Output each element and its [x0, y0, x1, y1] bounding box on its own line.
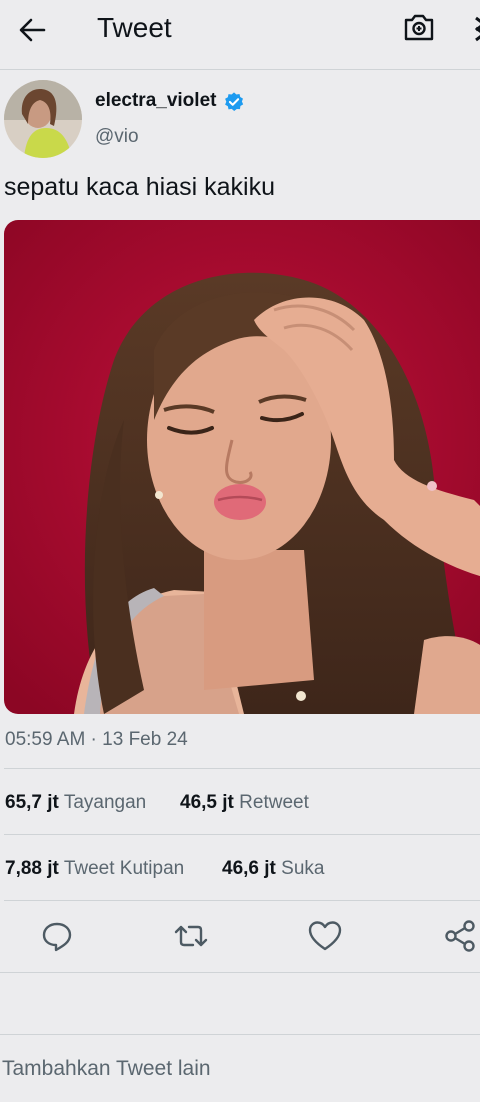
share-icon[interactable]: [443, 918, 479, 954]
views-stat[interactable]: 65,7 jt Tayangan: [5, 792, 146, 814]
retweets-count: 46,5 jt: [180, 792, 234, 813]
likes-label: Suka: [281, 858, 325, 879]
like-icon[interactable]: [307, 918, 343, 954]
author-name[interactable]: electra_violet: [95, 90, 216, 112]
views-count: 65,7 jt: [5, 792, 59, 813]
avatar[interactable]: [4, 80, 82, 158]
likes-count: 46,6 jt: [222, 858, 276, 879]
divider: [0, 1034, 480, 1035]
top-bar: Tweet: [0, 0, 480, 68]
more-options-icon[interactable]: [470, 14, 480, 42]
retweets-stat[interactable]: 46,5 jt Retweet: [180, 792, 309, 814]
tweet-timestamp: 05:59 AM · 13 Feb 24: [5, 729, 188, 750]
divider: [0, 972, 480, 973]
retweet-icon[interactable]: [173, 918, 209, 954]
views-label: Tayangan: [63, 792, 147, 813]
divider: [4, 768, 480, 769]
quote-tweets-count: 7,88 jt: [5, 858, 59, 879]
verified-badge-icon: [225, 92, 244, 111]
quote-tweets-label: Tweet Kutipan: [63, 858, 185, 879]
page-title: Tweet: [97, 12, 172, 43]
likes-stat[interactable]: 46,6 jt Suka: [222, 858, 324, 880]
add-another-tweet-input[interactable]: Tambahkan Tweet lain: [2, 1057, 211, 1081]
quote-tweets-stat[interactable]: 7,88 jt Tweet Kutipan: [5, 858, 184, 880]
divider: [0, 69, 480, 70]
retweets-label: Retweet: [239, 792, 309, 813]
back-arrow-icon[interactable]: [16, 14, 48, 46]
divider: [4, 834, 480, 835]
divider: [4, 900, 480, 901]
reply-icon[interactable]: [39, 918, 75, 954]
camera-icon[interactable]: [402, 10, 436, 44]
tweet-text: sepatu kaca hiasi kakiku: [4, 173, 275, 201]
author-handle[interactable]: @vio: [95, 126, 139, 148]
tweet-media-image[interactable]: [4, 220, 480, 714]
